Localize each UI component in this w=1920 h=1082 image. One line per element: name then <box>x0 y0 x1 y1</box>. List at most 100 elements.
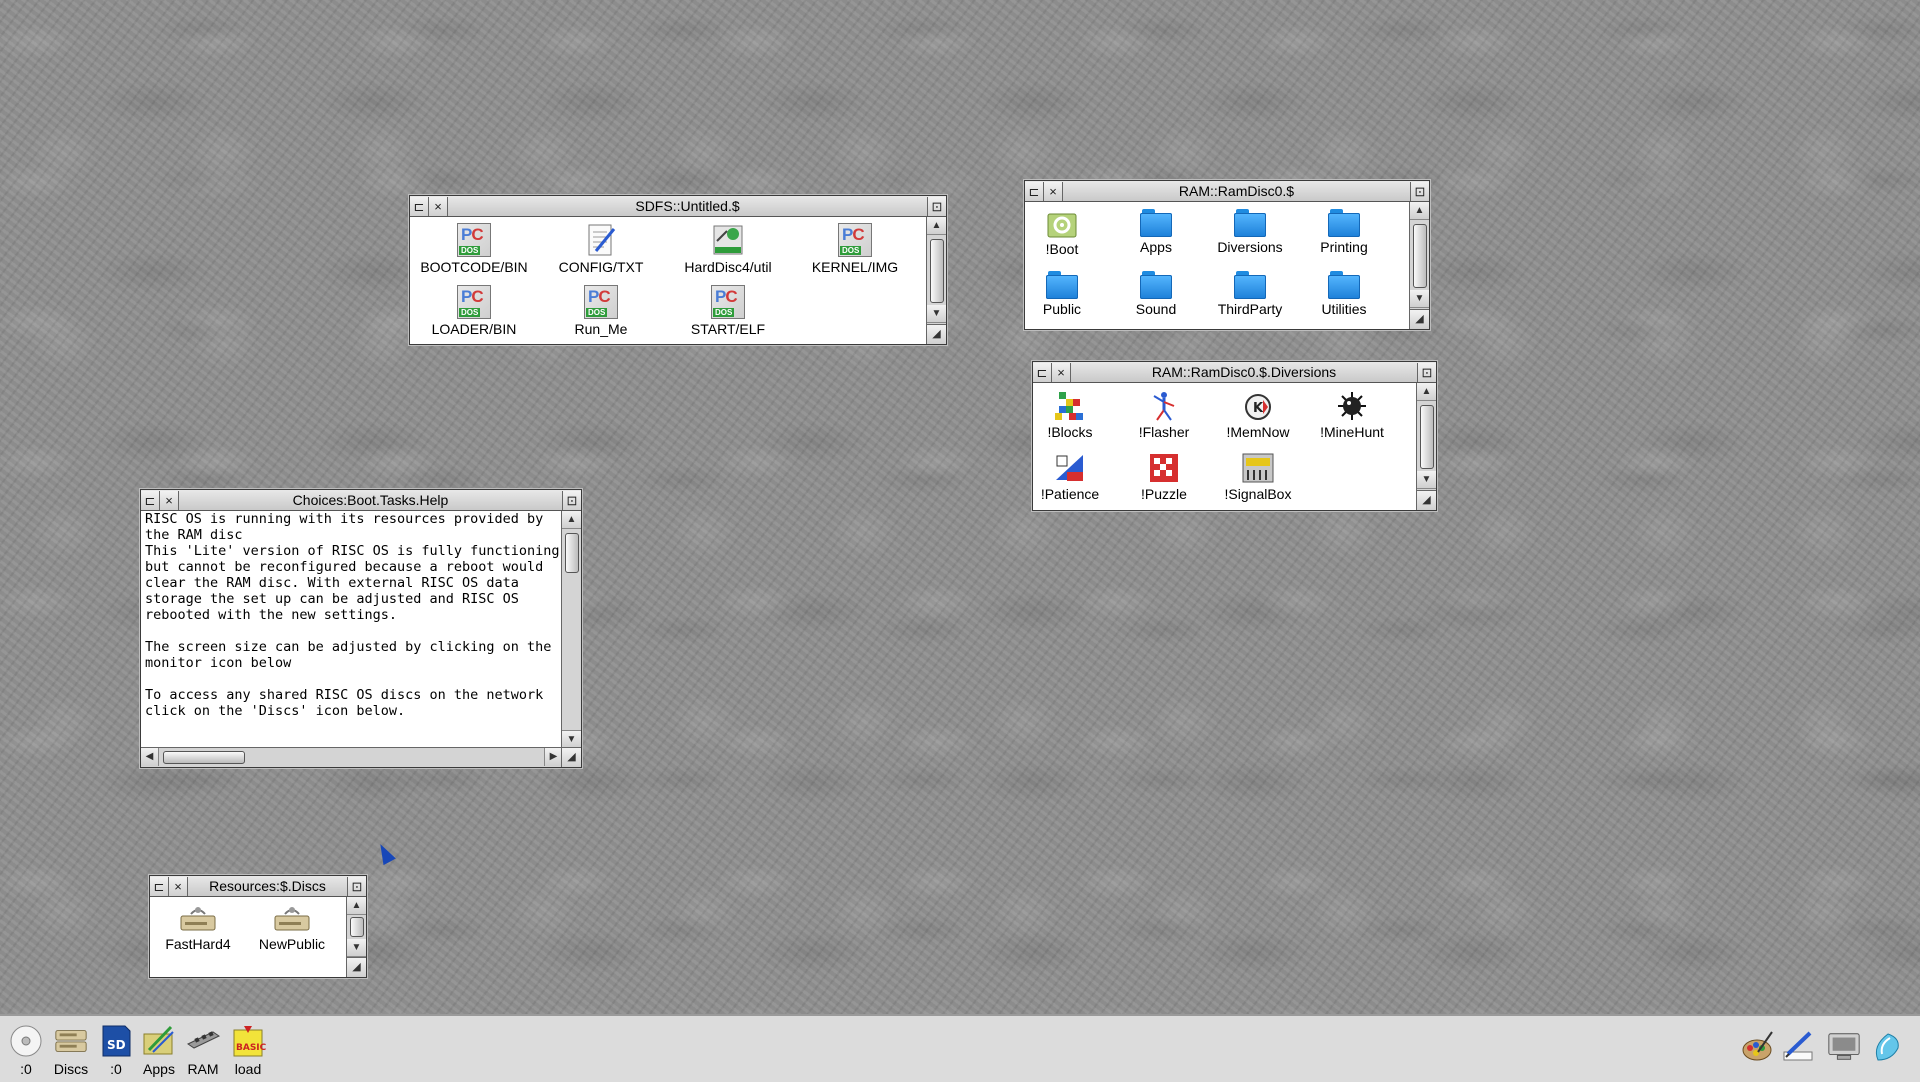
scroll-thumb[interactable] <box>930 239 944 303</box>
scroll-thumb[interactable] <box>350 917 364 937</box>
resize-icon[interactable]: ◢ <box>1409 309 1429 329</box>
close-icon[interactable]: × <box>1044 181 1063 201</box>
toggle-size-icon[interactable]: ⊡ <box>562 490 581 510</box>
text-file-icon <box>588 224 616 256</box>
scroll-down-icon[interactable]: ▼ <box>927 305 946 323</box>
item-label: !Boot <box>1045 241 1079 257</box>
resize-icon[interactable]: ◢ <box>926 324 946 344</box>
item-label: !Blocks <box>1047 424 1093 440</box>
close-icon[interactable]: × <box>1052 362 1071 382</box>
iconbar-cd-drive[interactable]: :0 <box>6 1024 46 1077</box>
toggle-size-icon[interactable]: ⊡ <box>1410 181 1429 201</box>
discs-titlebar[interactable]: ⊏ × Resources:$.Discs ⊡ <box>150 876 366 897</box>
utility-file-icon <box>713 225 743 255</box>
iconbar-paint[interactable] <box>1740 1030 1776 1067</box>
iconbar-ram[interactable]: RAM <box>183 1024 223 1077</box>
iconbar-edit[interactable] <box>1780 1030 1816 1067</box>
close-icon[interactable]: × <box>429 196 448 216</box>
resize-icon[interactable]: ◢ <box>561 747 581 767</box>
item-label: !SignalBox <box>1224 486 1292 502</box>
toggle-size-icon[interactable]: ⊡ <box>927 196 946 216</box>
scroll-up-icon[interactable]: ▲ <box>347 897 366 915</box>
help-text[interactable]: RISC OS is running with its resources pr… <box>143 511 561 747</box>
scroll-down-icon[interactable]: ▼ <box>1417 471 1436 489</box>
sdfs-titlebar[interactable]: ⊏ × SDFS::Untitled.$ ⊡ <box>410 196 946 217</box>
iconbar-display[interactable] <box>1824 1030 1864 1067</box>
task-manager-icon <box>1875 1033 1899 1061</box>
file-item[interactable]: PC DOS Run_Me <box>536 285 666 337</box>
back-icon[interactable]: ⊏ <box>141 490 160 510</box>
app-item[interactable]: !MineHunt <box>1297 390 1407 440</box>
file-item[interactable]: PC DOS BOOTCODE/BIN <box>409 223 539 275</box>
scroll-up-icon[interactable]: ▲ <box>1417 383 1436 401</box>
paint-palette-icon <box>1742 1031 1773 1061</box>
toggle-size-icon[interactable]: ⊡ <box>1417 362 1436 382</box>
folder-icon <box>1234 271 1266 299</box>
svg-text:K: K <box>1253 401 1264 416</box>
help-window[interactable]: ⊏ × Choices:Boot.Tasks.Help ⊡ RISC OS is… <box>140 489 582 768</box>
item-label: !Patience <box>1040 486 1100 502</box>
ramdisc-titlebar[interactable]: ⊏ × RAM::RamDisc0.$ ⊡ <box>1025 181 1429 202</box>
close-icon[interactable]: × <box>169 876 188 896</box>
monitor-icon <box>1828 1033 1860 1060</box>
horizontal-scrollbar[interactable]: ◀ ▶ <box>141 747 562 767</box>
help-titlebar[interactable]: ⊏ × Choices:Boot.Tasks.Help ⊡ <box>141 490 581 511</box>
folder-icon <box>1140 271 1172 299</box>
scroll-up-icon[interactable]: ▲ <box>562 511 581 529</box>
discs-window[interactable]: ⊏ × Resources:$.Discs ⊡ ▲ ▼ ◢ FastHard4 … <box>149 875 367 978</box>
iconbar-label: RAM <box>187 1061 219 1077</box>
iconbar-load[interactable]: BASIC load <box>228 1024 268 1077</box>
scroll-down-icon[interactable]: ▼ <box>1410 290 1429 308</box>
iconbar-task-manager[interactable] <box>1870 1030 1906 1067</box>
apps-icon <box>143 1025 174 1055</box>
scroll-up-icon[interactable]: ▲ <box>1410 202 1429 220</box>
icon-bar: :0 Discs SD :0 Apps RAM BASIC load <box>0 1014 1920 1082</box>
scroll-right-icon[interactable]: ▶ <box>544 748 562 766</box>
close-icon[interactable]: × <box>160 490 179 510</box>
scroll-thumb[interactable] <box>565 533 579 573</box>
resize-icon[interactable]: ◢ <box>1416 490 1436 510</box>
file-item[interactable]: PC DOS START/ELF <box>663 285 793 337</box>
back-icon[interactable]: ⊏ <box>1025 181 1044 201</box>
back-icon[interactable]: ⊏ <box>150 876 169 896</box>
folder-icon <box>1328 209 1360 237</box>
hard-disc-icon <box>180 907 216 931</box>
back-icon[interactable]: ⊏ <box>1033 362 1052 382</box>
disc-item[interactable]: FastHard4 <box>150 904 246 952</box>
iconbar-apps[interactable]: Apps <box>139 1024 179 1077</box>
back-icon[interactable]: ⊏ <box>410 196 429 216</box>
file-item[interactable]: HardDisc4/util <box>663 223 793 275</box>
item-label: !MemNow <box>1226 424 1290 440</box>
sdfs-window[interactable]: ⊏ × SDFS::Untitled.$ ⊡ ▲ ▼ ◢ PC DOS BOOTC… <box>409 195 947 345</box>
scroll-down-icon[interactable]: ▼ <box>347 939 366 957</box>
file-label: Run_Me <box>574 321 628 337</box>
ramdisc-window[interactable]: ⊏ × RAM::RamDisc0.$ ⊡ ▲ ▼ ◢ !Boot Apps D… <box>1024 180 1430 330</box>
file-item[interactable]: PC DOS KERNEL/IMG <box>790 223 920 275</box>
mine-app-icon <box>1338 392 1366 420</box>
resize-icon[interactable]: ◢ <box>346 957 366 977</box>
scroll-left-icon[interactable]: ◀ <box>141 748 159 766</box>
svg-text:BASIC: BASIC <box>236 1043 266 1053</box>
diversions-window[interactable]: ⊏ × RAM::RamDisc0.$.Diversions ⊡ ▲ ▼ ◢ !… <box>1032 361 1437 511</box>
scroll-thumb[interactable] <box>1413 224 1427 288</box>
file-item[interactable]: CONFIG/TXT <box>536 223 666 275</box>
vertical-scrollbar[interactable]: ▲ ▼ <box>561 511 581 748</box>
scroll-down-icon[interactable]: ▼ <box>562 730 581 748</box>
patience-app-icon <box>1056 455 1083 481</box>
folder-item[interactable]: Utilities <box>1289 271 1399 317</box>
window-title: Choices:Boot.Tasks.Help <box>292 492 449 508</box>
iconbar-discs[interactable]: Discs <box>50 1024 92 1077</box>
iconbar-label: Apps <box>143 1061 175 1077</box>
scroll-thumb[interactable] <box>1420 405 1434 469</box>
app-item[interactable]: !SignalBox <box>1203 452 1313 502</box>
file-item[interactable]: PC DOS LOADER/BIN <box>409 285 539 337</box>
signalbox-app-icon <box>1242 453 1274 483</box>
folder-item[interactable]: Printing <box>1289 209 1399 255</box>
scroll-up-icon[interactable]: ▲ <box>927 217 946 235</box>
disc-item[interactable]: NewPublic <box>244 904 340 952</box>
toggle-size-icon[interactable]: ⊡ <box>347 876 366 896</box>
iconbar-sd-card[interactable]: SD :0 <box>98 1024 134 1077</box>
scroll-thumb[interactable] <box>163 751 245 764</box>
ram-disc-icon <box>186 1031 221 1049</box>
diversions-titlebar[interactable]: ⊏ × RAM::RamDisc0.$.Diversions ⊡ <box>1033 362 1436 383</box>
